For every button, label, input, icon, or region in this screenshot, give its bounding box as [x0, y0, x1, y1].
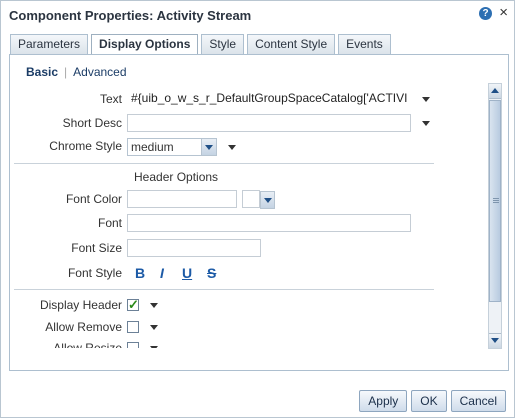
subnav-basic[interactable]: Basic — [26, 65, 58, 79]
allow-remove-checkbox[interactable] — [127, 321, 139, 333]
italic-button[interactable]: I — [160, 264, 164, 282]
display-header-checkbox[interactable] — [127, 297, 139, 313]
subnav: Basic | Advanced — [26, 65, 127, 79]
chrome-style-dropdown-icon[interactable] — [228, 145, 236, 150]
scrollbar-thumb[interactable] — [489, 100, 501, 302]
allow-remove-label: Allow Remove — [45, 320, 122, 334]
tab-parameters[interactable]: Parameters — [10, 34, 89, 54]
font-color-picker-arrow-icon[interactable] — [260, 191, 275, 209]
bold-button[interactable]: B — [135, 264, 145, 282]
help-icon[interactable]: ? — [479, 7, 492, 20]
header-options-heading: Header Options — [134, 170, 219, 184]
subnav-separator: | — [64, 65, 68, 79]
vertical-scrollbar[interactable] — [488, 83, 502, 349]
cancel-button[interactable]: Cancel — [450, 390, 506, 412]
short-desc-field[interactable] — [127, 114, 411, 132]
dialog-buttons: Apply OK Cancel — [359, 390, 506, 412]
display-header-label: Display Header — [39, 298, 122, 312]
font-color-field[interactable] — [127, 190, 237, 208]
scroll-grip-icon — [493, 198, 499, 199]
allow-resize-dropdown-icon[interactable] — [150, 346, 158, 348]
dialog-title: Component Properties: Activity Stream — [9, 8, 252, 23]
dialog-titlebar: Component Properties: Activity Stream ? … — [1, 1, 514, 31]
scroll-up-icon[interactable] — [489, 84, 501, 99]
subnav-advanced[interactable]: Advanced — [73, 65, 126, 79]
short-desc-label: Short Desc — [62, 116, 122, 130]
display-header-dropdown-icon[interactable] — [150, 303, 158, 308]
allow-resize-checkbox[interactable] — [127, 342, 139, 348]
font-size-field[interactable] — [127, 239, 261, 257]
tab-content-style[interactable]: Content Style — [247, 34, 336, 54]
text-label: Text — [99, 92, 122, 106]
tab-display-options[interactable]: Display Options — [91, 34, 199, 56]
tab-style[interactable]: Style — [201, 34, 245, 54]
divider — [14, 289, 434, 290]
display-options-panel: Basic | Advanced Text #{uib_o_w_s_r_Defaul… — [9, 54, 509, 371]
text-field[interactable]: #{uib_o_w_s_r_DefaultGroupSpaceCatalog['… — [127, 90, 411, 108]
scroll-down-icon[interactable] — [489, 333, 501, 348]
font-color-swatch[interactable] — [242, 190, 260, 208]
divider — [14, 163, 434, 164]
ok-button[interactable]: OK — [411, 390, 447, 412]
short-desc-dropdown-icon[interactable] — [422, 121, 430, 126]
chrome-style-value: medium — [131, 140, 174, 154]
allow-remove-dropdown-icon[interactable] — [150, 325, 158, 330]
font-size-label: Font Size — [71, 241, 122, 255]
font-label: Font — [97, 216, 122, 230]
chrome-style-select[interactable]: medium — [127, 138, 217, 156]
strikethrough-button[interactable]: S — [207, 264, 216, 282]
chrome-style-label: Chrome Style — [49, 139, 122, 153]
font-field[interactable] — [127, 214, 411, 232]
underline-button[interactable]: U — [182, 264, 192, 282]
allow-resize-label: Allow Resize — [53, 341, 122, 348]
properties-form: Text #{uib_o_w_s_r_DefaultGroupSpaceCata… — [14, 83, 484, 348]
close-icon[interactable]: × — [499, 5, 508, 20]
chrome-style-select-arrow-icon[interactable] — [201, 139, 216, 155]
text-dropdown-icon[interactable] — [422, 97, 430, 102]
apply-button[interactable]: Apply — [359, 390, 408, 412]
tab-bar: Parameters Display Options Style Content… — [10, 34, 394, 56]
component-properties-dialog: Component Properties: Activity Stream ? … — [0, 0, 515, 418]
font-color-label: Font Color — [65, 192, 122, 206]
font-style-label: Font Style — [67, 266, 122, 280]
tab-events[interactable]: Events — [338, 34, 391, 54]
